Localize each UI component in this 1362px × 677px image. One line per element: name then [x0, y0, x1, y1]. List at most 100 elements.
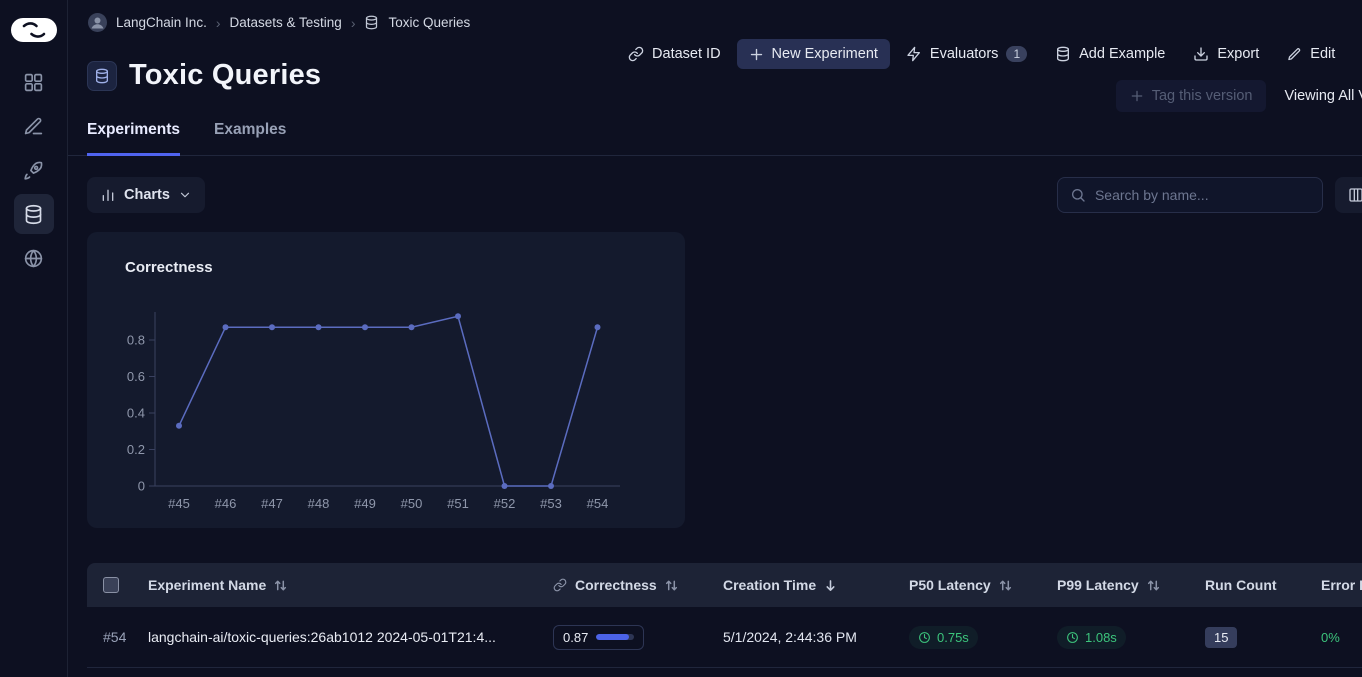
breadcrumb-section[interactable]: Datasets & Testing	[230, 15, 342, 30]
charts-dropdown-label: Charts	[124, 187, 170, 203]
column-header-run-count[interactable]: Run Count	[1205, 577, 1307, 593]
link-icon	[553, 578, 567, 592]
clock-icon	[1066, 631, 1079, 644]
rocket-icon	[23, 160, 44, 181]
sidebar-item-annotations[interactable]	[14, 106, 54, 146]
evaluators-label: Evaluators	[930, 46, 999, 62]
breadcrumb: LangChain Inc. › Datasets & Testing › To…	[88, 13, 470, 32]
toolbar-right: Columns	[1057, 177, 1362, 213]
sidebar-item-home[interactable]	[14, 62, 54, 102]
p50-latency-value: 0.75s	[937, 630, 969, 645]
svg-text:#49: #49	[354, 496, 376, 511]
tag-version-button[interactable]: Tag this version	[1116, 80, 1267, 112]
correctness-chart-svg: 00.20.40.60.8#45#46#47#48#49#50#51#52#53…	[87, 232, 685, 528]
link-icon	[628, 46, 644, 62]
breadcrumb-separator: ›	[351, 15, 356, 31]
grid-icon	[23, 72, 44, 93]
export-label: Export	[1217, 46, 1259, 62]
charts-dropdown-button[interactable]: Charts	[87, 177, 205, 213]
clock-icon	[918, 631, 931, 644]
error-rate-cell: 0%	[1307, 630, 1362, 645]
plus-icon	[749, 47, 764, 62]
column-label: P50 Latency	[909, 577, 991, 593]
org-avatar[interactable]	[88, 13, 107, 32]
correctness-value: 0.87	[563, 630, 588, 645]
sort-icon[interactable]	[999, 579, 1012, 592]
sidebar-item-deployments[interactable]	[14, 150, 54, 190]
columns-button[interactable]: Columns	[1335, 177, 1362, 213]
column-header-correctness[interactable]: Correctness	[553, 577, 723, 593]
svg-text:0.8: 0.8	[127, 333, 145, 348]
column-label: Creation Time	[723, 577, 816, 593]
dataset-id-button[interactable]: Dataset ID	[616, 39, 733, 69]
breadcrumb-org[interactable]: LangChain Inc.	[116, 15, 207, 30]
search-input[interactable]	[1095, 187, 1310, 203]
p99-latency-value: 1.08s	[1085, 630, 1117, 645]
toolbar: Charts	[87, 177, 1362, 213]
p99-latency-chip: 1.08s	[1057, 626, 1126, 649]
correctness-cell[interactable]: 0.87	[553, 625, 644, 650]
sort-icon[interactable]	[274, 579, 287, 592]
dataset-icon	[364, 15, 379, 30]
edit-button[interactable]: Edit	[1275, 39, 1347, 69]
pencil-icon	[1287, 47, 1302, 62]
svg-text:#46: #46	[215, 496, 237, 511]
sort-icon[interactable]	[1147, 579, 1160, 592]
search-box	[1057, 177, 1323, 213]
table-row[interactable]: #54 langchain-ai/toxic-queries:26ab1012 …	[87, 607, 1362, 668]
sidebar-item-hub[interactable]	[14, 238, 54, 278]
experiment-name[interactable]: langchain-ai/toxic-queries:26ab1012 2024…	[148, 629, 553, 645]
content: Charts	[68, 177, 1362, 668]
creation-time-cell: 5/1/2024, 2:44:36 PM	[723, 629, 909, 645]
column-label: Error Rate	[1307, 577, 1362, 593]
correctness-chart-card: Correctness 00.20.40.60.8#45#46#47#48#49…	[87, 232, 685, 528]
column-header-p50-latency[interactable]: P50 Latency	[909, 577, 1057, 593]
breadcrumb-page: Toxic Queries	[388, 15, 470, 30]
svg-text:#45: #45	[168, 496, 190, 511]
dataset-icon	[87, 61, 117, 91]
tab-examples[interactable]: Examples	[214, 121, 286, 156]
add-example-button[interactable]: Add Example	[1043, 39, 1177, 69]
column-label: Run Count	[1205, 577, 1277, 593]
langsmith-logo[interactable]	[11, 18, 57, 42]
new-experiment-label: New Experiment	[772, 46, 878, 62]
database-icon	[1055, 46, 1071, 62]
experiments-table: Experiment Name Correctness	[87, 563, 1362, 668]
page-header: LangChain Inc. › Datasets & Testing › To…	[68, 0, 1362, 156]
tabs: Experiments Examples	[87, 121, 286, 156]
column-header-p99-latency[interactable]: P99 Latency	[1057, 577, 1205, 593]
svg-text:#53: #53	[540, 496, 562, 511]
svg-text:#51: #51	[447, 496, 469, 511]
breadcrumb-separator: ›	[216, 15, 221, 31]
version-dropdown-label: Viewing All Versions	[1284, 88, 1362, 104]
version-dropdown[interactable]: Viewing All Versions	[1280, 80, 1362, 112]
sort-icon[interactable]	[665, 579, 678, 592]
experiment-index: #54	[87, 629, 148, 645]
new-experiment-button[interactable]: New Experiment	[737, 39, 890, 69]
select-all-checkbox[interactable]	[103, 577, 119, 593]
lightning-icon	[906, 46, 922, 62]
column-header-error-rate[interactable]: Error Rate	[1307, 577, 1362, 593]
app-root: LangChain Inc. › Datasets & Testing › To…	[0, 0, 1362, 677]
column-header-experiment-name[interactable]: Experiment Name	[148, 577, 553, 593]
tag-version-label: Tag this version	[1152, 88, 1253, 104]
svg-text:#52: #52	[494, 496, 516, 511]
title-block: Toxic Queries	[87, 59, 321, 92]
column-label: P99 Latency	[1057, 577, 1139, 593]
dataset-id-label: Dataset ID	[652, 46, 721, 62]
svg-text:#48: #48	[308, 496, 330, 511]
chevron-down-icon	[178, 188, 192, 202]
share-button[interactable]: Share	[1351, 39, 1362, 69]
sort-desc-icon[interactable]	[824, 579, 837, 592]
globe-icon	[23, 248, 44, 269]
columns-icon	[1348, 187, 1362, 203]
column-label: Experiment Name	[148, 577, 266, 593]
svg-text:0.4: 0.4	[127, 406, 145, 421]
svg-text:0.6: 0.6	[127, 369, 145, 384]
export-button[interactable]: Export	[1181, 39, 1271, 69]
evaluators-button[interactable]: Evaluators 1	[894, 39, 1039, 69]
sidebar-item-datasets[interactable]	[14, 194, 54, 234]
column-header-creation-time[interactable]: Creation Time	[723, 577, 909, 593]
tab-experiments[interactable]: Experiments	[87, 121, 180, 156]
p50-latency-chip: 0.75s	[909, 626, 978, 649]
